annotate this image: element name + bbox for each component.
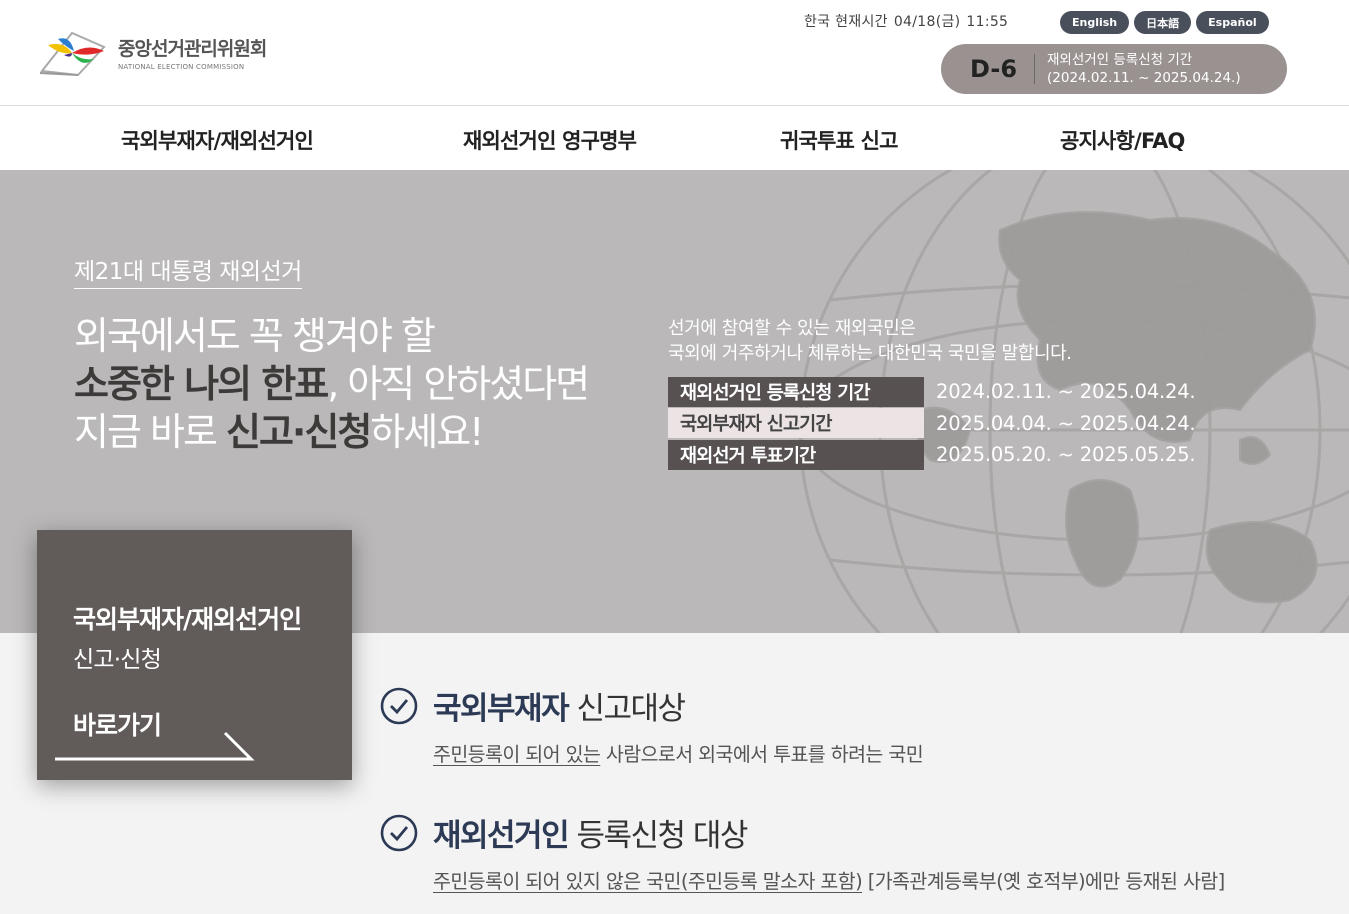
hero-desc-line-2: 국외에 거주하거나 체류하는 대한민국 국민을 말합니다.: [668, 343, 1072, 364]
lang-japanese-button[interactable]: 日本語: [1134, 11, 1192, 34]
hero-election-tag: 제21대 대통령 재외선거: [74, 252, 302, 289]
lang-spanish-button[interactable]: Español: [1196, 11, 1269, 34]
hero-line-3-a: 지금 바로: [74, 410, 226, 454]
target-desc-underline: 주민등록이 되어 있지 않은 국민(주민등록 말소자 포함): [433, 870, 863, 893]
hero-headline: 외국에서도 꼭 챙겨야 할 소중한 나의 한표, 아직 안하셨다면 지금 바로 …: [74, 312, 590, 456]
arrow-right-icon: [55, 731, 255, 761]
hero-line-1: 외국에서도 꼭 챙겨야 할: [74, 314, 436, 358]
target-desc-rest: [가족관계등록부(옛 호적부)에만 등재된 사람]: [862, 870, 1226, 893]
target-title-bold: 국외부재자: [433, 691, 570, 727]
period-date: 2025.04.04. ~ 2025.04.24.: [936, 411, 1196, 435]
logo-korean-text: 중앙선거관리위원회: [118, 37, 267, 60]
period-row: 재외선거 투표기간 2025.05.20. ~ 2025.05.25.: [668, 439, 1196, 471]
nec-emblem-icon: [39, 31, 106, 77]
period-date: 2024.02.11. ~ 2025.04.24.: [936, 380, 1196, 404]
dday-range: (2024.02.11. ~ 2025.04.24.): [1047, 70, 1241, 86]
nav-item-permanent-registry[interactable]: 재외선거인 영구명부: [463, 125, 637, 155]
target-description: 주민등록이 되어 있지 않은 국민(주민등록 말소자 포함) [가족관계등록부(…: [433, 865, 1225, 894]
clock-date: 04/18(금): [893, 14, 961, 30]
shortcut-card[interactable]: 국외부재자/재외선거인 신고·신청 바로가기: [37, 530, 352, 780]
nav-item-absentee-overseas[interactable]: 국외부재자/재외선거인: [121, 125, 314, 155]
dday-count: D-6: [941, 54, 1035, 84]
card-subtitle: 신고·신청: [73, 647, 162, 673]
check-circle-icon: [380, 814, 418, 851]
lang-english-button[interactable]: English: [1060, 11, 1130, 34]
target-item-absentee: 국외부재자 신고대상 주민등록이 되어 있는 사람으로서 외국에서 투표를 하려…: [380, 683, 924, 767]
hero-line-2-rest: , 아직 안하셨다면: [327, 362, 590, 406]
period-label: 국외부재자 신고기간: [668, 408, 924, 439]
nec-logo[interactable]: 중앙선거관리위원회 NATIONAL ELECTION COMMISSION: [38, 24, 278, 80]
target-title-rest: 등록신청 대상: [568, 818, 748, 854]
clock-time: 11:55: [966, 14, 1009, 30]
period-label: 재외선거인 등록신청 기간: [668, 376, 924, 407]
nav-item-notice-faq[interactable]: 공지사항/FAQ: [1060, 125, 1185, 155]
hero-line-2-bold: 소중한 나의 한표: [74, 362, 329, 406]
target-title-bold: 재외선거인: [433, 818, 570, 854]
hero-line-3-bold: 신고·신청: [226, 410, 372, 454]
period-row: 재외선거인 등록신청 기간 2024.02.11. ~ 2025.04.24.: [668, 376, 1196, 408]
korea-time-clock: 한국 현재시간 04/18(금) 11:55: [804, 11, 1014, 31]
period-row: 국외부재자 신고기간 2025.04.04. ~ 2025.04.24.: [668, 408, 1196, 440]
main-nav: 국외부재자/재외선거인 재외선거인 영구명부 귀국투표 신고 공지사항/FAQ: [0, 107, 1349, 170]
hero-line-3-b: 하세요!: [370, 410, 484, 454]
language-switcher: English 日本語 Español: [1060, 11, 1269, 34]
target-item-overseas: 재외선거인 등록신청 대상 주민등록이 되어 있지 않은 국민(주민등록 말소자…: [380, 810, 1225, 894]
card-title: 국외부재자/재외선거인: [73, 605, 302, 634]
target-title: 국외부재자 신고대상: [433, 683, 686, 728]
dday-badge: D-6 재외선거인 등록신청 기간 (2024.02.11. ~ 2025.04…: [941, 44, 1287, 94]
check-circle-icon: [380, 687, 418, 724]
target-title: 재외선거인 등록신청 대상: [433, 810, 748, 855]
hero-description: 선거에 참여할 수 있는 재외국민은 국외에 거주하거나 체류하는 대한민국 국…: [668, 316, 1072, 366]
period-date: 2025.05.20. ~ 2025.05.25.: [936, 443, 1196, 467]
dday-title: 재외선거인 등록신청 기간: [1047, 52, 1193, 68]
target-desc-rest: 사람으로서 외국에서 투표를 하려는 국민: [600, 743, 924, 766]
nav-item-return-voting[interactable]: 귀국투표 신고: [780, 125, 898, 155]
target-title-rest: 신고대상: [568, 691, 686, 727]
header: 중앙선거관리위원회 NATIONAL ELECTION COMMISSION 한…: [0, 0, 1349, 106]
clock-label: 한국 현재시간: [804, 14, 888, 30]
target-desc-underline: 주민등록이 되어 있는: [433, 743, 601, 766]
target-description: 주민등록이 되어 있는 사람으로서 외국에서 투표를 하려는 국민: [433, 738, 924, 767]
hero-desc-line-1: 선거에 참여할 수 있는 재외국민은: [668, 318, 916, 339]
period-label: 재외선거 투표기간: [668, 439, 924, 470]
period-table: 재외선거인 등록신청 기간 2024.02.11. ~ 2025.04.24. …: [668, 376, 1196, 471]
logo-english-text: NATIONAL ELECTION COMMISSION: [118, 62, 245, 71]
